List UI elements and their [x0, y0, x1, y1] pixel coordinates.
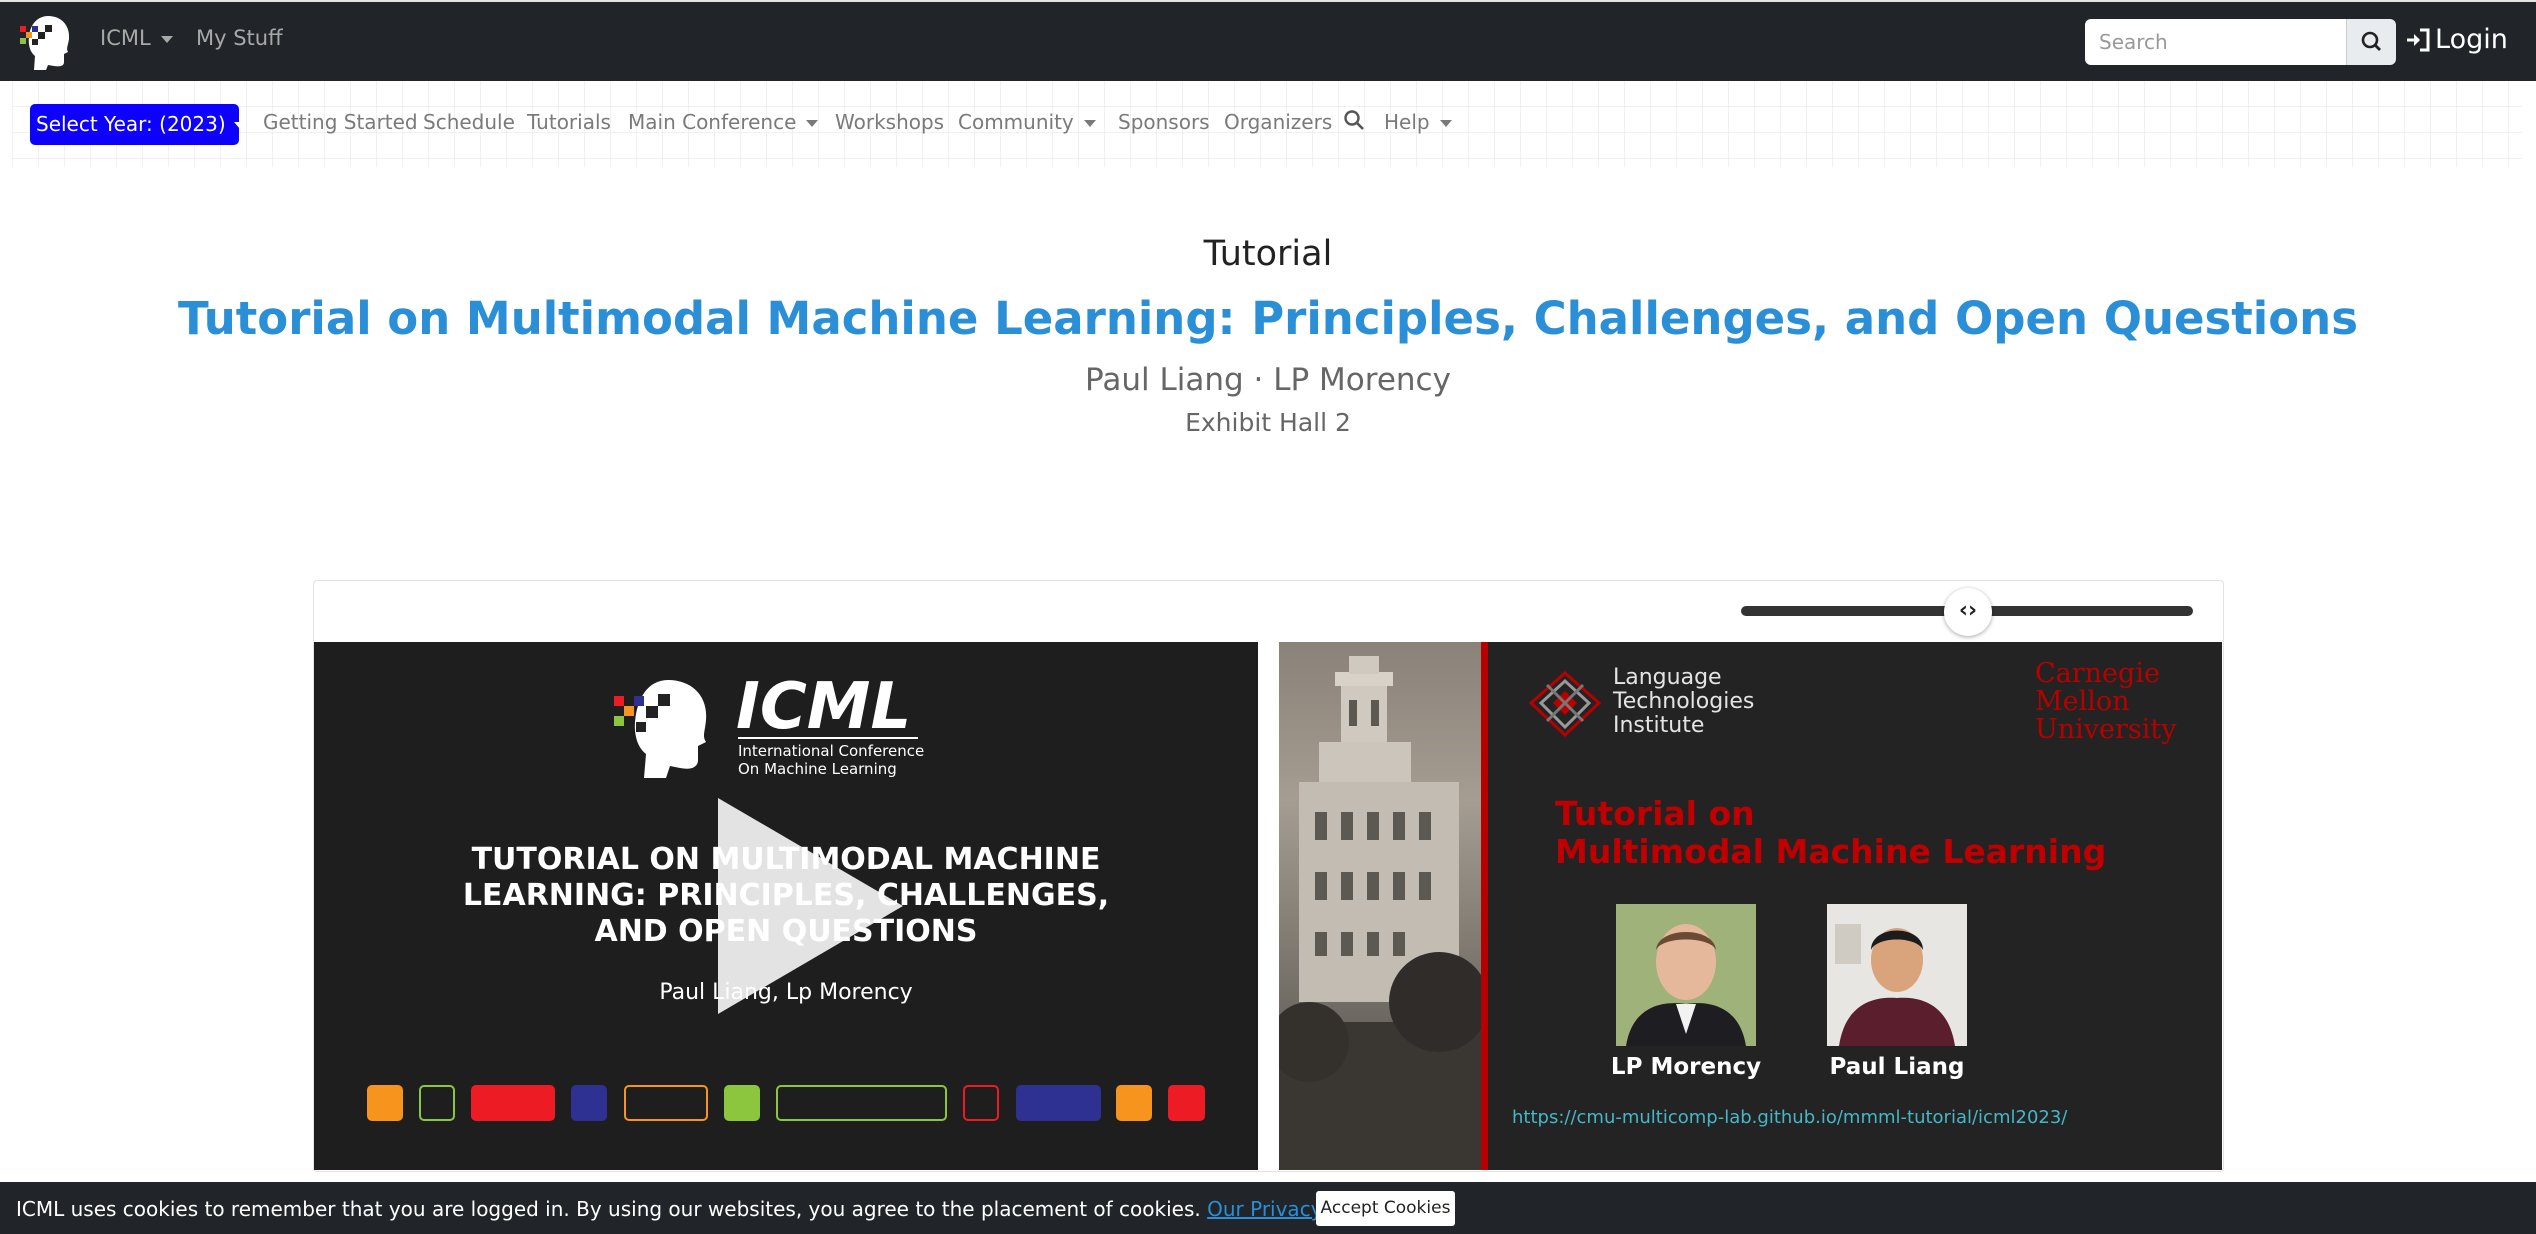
- decor-block: [624, 1085, 708, 1121]
- login-label: Login: [2435, 24, 2508, 55]
- lti-line-3: Institute: [1613, 713, 1705, 738]
- icml-logo-icon[interactable]: [18, 12, 76, 70]
- chevron-down-icon: [233, 122, 246, 129]
- lti-logo-icon: [1528, 670, 1602, 738]
- presenter-photo-liang: [1827, 904, 1967, 1046]
- slide-icml-subtitle-line-2: On Machine Learning: [738, 760, 897, 778]
- presenter-name-morency: LP Morency: [1610, 1054, 1762, 1080]
- decor-block: [1016, 1085, 1101, 1121]
- chevron-down-icon: [160, 35, 173, 43]
- select-year-dropdown[interactable]: Select Year: (2023): [30, 104, 246, 145]
- event-title-link[interactable]: Tutorial on Multimodal Machine Learning:…: [0, 292, 2536, 345]
- decor-block: [1116, 1085, 1152, 1121]
- nav-getting-started[interactable]: Getting Started: [263, 110, 418, 134]
- decor-block: [471, 1085, 555, 1121]
- login-button[interactable]: Login: [2405, 24, 2508, 55]
- icml-menu-dropdown[interactable]: ICML: [100, 26, 173, 50]
- select-year-label: Select Year: (2023): [36, 112, 226, 136]
- search-icon: [2361, 31, 2381, 51]
- nav-help-label: Help: [1384, 110, 1430, 134]
- building-photo: [1269, 642, 1489, 1170]
- nav-schedule[interactable]: Schedule: [423, 110, 515, 134]
- slide-icml-wordmark: ICML: [736, 670, 912, 744]
- cookie-message: ICML uses cookies to remember that you a…: [16, 1197, 1405, 1221]
- slide-icml-subtitle-line-1: International Conference: [738, 742, 925, 760]
- nav-workshops[interactable]: Workshops: [835, 110, 944, 134]
- cmu-line-1: Carnegie: [2035, 658, 2160, 689]
- slide-red-divider: [1481, 642, 1488, 1170]
- nav-sponsors[interactable]: Sponsors: [1118, 110, 1210, 134]
- nav-community[interactable]: Community: [958, 110, 1096, 134]
- decor-block: [367, 1085, 403, 1121]
- decor-block: [963, 1085, 999, 1121]
- event-type-label: Tutorial: [1203, 234, 1333, 274]
- slide-heading-line-2: Multimodal Machine Learning: [1555, 832, 2107, 871]
- nav-tutorials[interactable]: Tutorials: [527, 110, 611, 134]
- chevron-down-icon: [1439, 120, 1452, 127]
- cmu-line-2: Mellon: [2035, 686, 2130, 717]
- slide-heading: Tutorial on Multimodal Machine Learning: [1555, 795, 2106, 871]
- nav-main-conference[interactable]: Main Conference: [628, 110, 819, 134]
- event-location: Exhibit Hall 2: [1185, 408, 1351, 437]
- nav-community-label: Community: [958, 110, 1074, 134]
- decor-block: [776, 1085, 947, 1121]
- accept-cookies-button[interactable]: Accept Cookies: [1316, 1191, 1455, 1226]
- event-authors: Paul Liang · LP Morency: [1085, 362, 1451, 398]
- cookie-message-text: ICML uses cookies to remember that you a…: [16, 1197, 1208, 1221]
- lti-line-1: Language: [1613, 665, 1722, 690]
- decor-block: [571, 1085, 607, 1121]
- chevron-down-icon: [806, 120, 819, 127]
- my-stuff-link[interactable]: My Stuff: [196, 26, 283, 50]
- nav-help[interactable]: Help: [1384, 110, 1452, 134]
- chevron-down-icon: [1083, 120, 1096, 127]
- presenter-photo-morency: [1616, 904, 1756, 1046]
- slide-icml-subtitle: International Conference On Machine Lear…: [738, 742, 924, 778]
- slide-heading-line-1: Tutorial on: [1555, 794, 1755, 833]
- search-input[interactable]: Search: [2085, 19, 2346, 65]
- lti-wordmark: Language Technologies Institute: [1613, 666, 1754, 738]
- slide-url: https://cmu-multicomp-lab.github.io/mmml…: [1512, 1107, 2068, 1128]
- cmu-wordmark: Carnegie Mellon University: [2035, 660, 2177, 744]
- wordmark-underline: [738, 737, 918, 739]
- decor-block: [724, 1085, 760, 1121]
- search-button[interactable]: [2346, 19, 2396, 65]
- cmu-line-3: University: [2035, 714, 2177, 745]
- play-icon[interactable]: [718, 798, 903, 1014]
- nav-search-button[interactable]: [1342, 108, 1366, 137]
- icml-head-logo-icon: [614, 680, 707, 778]
- presenter-name-liang: Paul Liang: [1829, 1054, 1965, 1080]
- nav-main-conference-label: Main Conference: [628, 110, 797, 134]
- icml-menu-label: ICML: [100, 26, 151, 50]
- decor-block: [419, 1085, 455, 1121]
- split-slider-handle[interactable]: ‹›: [1944, 588, 1992, 636]
- split-arrows-icon: ‹›: [1958, 598, 1978, 623]
- search-icon: [1344, 110, 1364, 130]
- nav-organizers[interactable]: Organizers: [1224, 110, 1332, 134]
- decor-block: [1168, 1085, 1205, 1121]
- sign-in-icon: [2407, 28, 2430, 51]
- lti-line-2: Technologies: [1613, 689, 1755, 714]
